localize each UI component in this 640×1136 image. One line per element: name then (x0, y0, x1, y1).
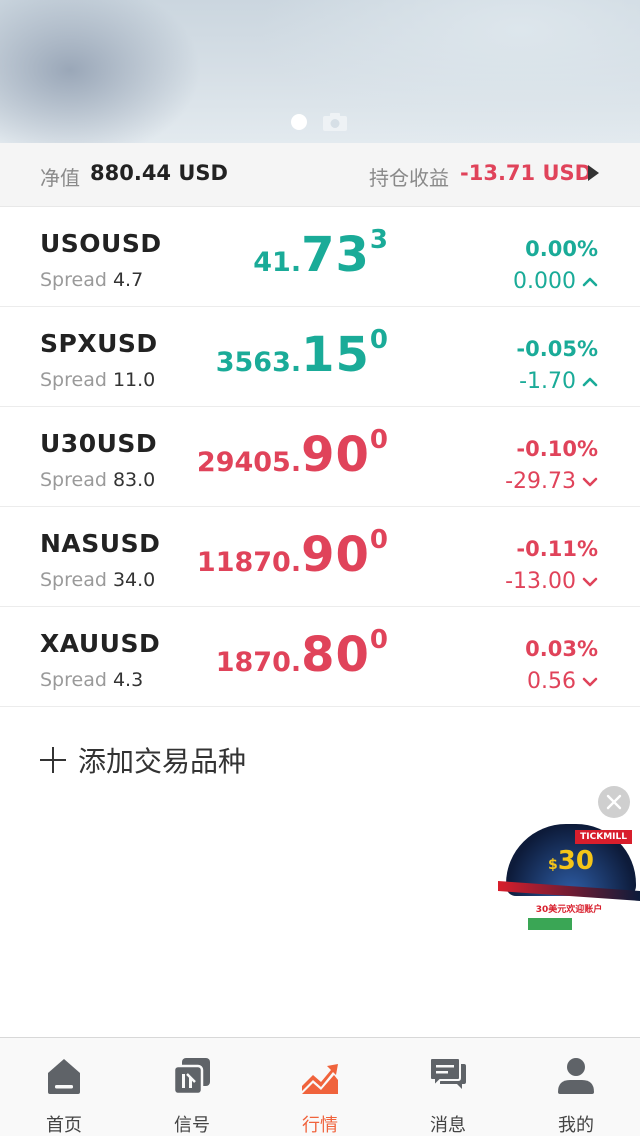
home-icon (48, 1059, 80, 1094)
camera-icon (323, 113, 347, 131)
profile-icon (558, 1058, 594, 1094)
quote-row[interactable]: NASUSD Spread 34.0 11870.900 -0.11% -13.… (0, 507, 640, 607)
tab-label: 信号 (174, 1115, 210, 1136)
position-pnl-label: 持仓收益 (369, 166, 449, 190)
market-chart-icon (302, 1064, 338, 1094)
symbol-name: SPXUSD (40, 329, 158, 358)
ad-amount: $30 (548, 846, 594, 876)
message-icon (429, 1057, 466, 1089)
ad-close-button[interactable] (598, 786, 630, 818)
add-instrument-button[interactable]: 添加交易品种 (40, 740, 246, 780)
ad-brand-logo: TICKMILL (575, 830, 632, 844)
change-value: -1.70 (519, 369, 598, 394)
change-value: -13.00 (505, 569, 598, 594)
account-summary-bar[interactable]: 净值 880.44 USD 持仓收益 -13.71 USD (0, 143, 640, 207)
ad-cta-button[interactable] (528, 918, 572, 930)
add-instrument-label: 添加交易品种 (78, 745, 247, 778)
top-banner[interactable] (0, 0, 640, 143)
bid-price: 11870.900 (196, 525, 388, 583)
caret-up-icon (582, 277, 598, 286)
caret-down-icon (582, 477, 598, 486)
tab-messages[interactable]: 消息 (384, 1038, 512, 1136)
bid-price: 41.733 (253, 225, 388, 283)
spread-text: Spread 34.0 (40, 569, 156, 591)
position-pnl-value: -13.71 USD (460, 161, 593, 185)
close-icon (606, 794, 622, 810)
caret-down-icon (582, 677, 598, 686)
chevron-right-icon[interactable] (588, 165, 599, 181)
carousel-dot-active (291, 114, 307, 130)
tab-label: 我的 (558, 1115, 594, 1136)
quote-row[interactable]: U30USD Spread 83.0 29405.900 -0.10% -29.… (0, 407, 640, 507)
equity-label: 净值 (40, 166, 80, 190)
quote-row[interactable]: XAUUSD Spread 4.3 1870.800 0.03% 0.56 (0, 607, 640, 707)
spread-text: Spread 4.3 (40, 669, 144, 691)
caret-up-icon (582, 377, 598, 386)
bottom-tab-bar: 首页 信号 行情 消息 我的 (0, 1037, 640, 1136)
change-percent: -0.11% (516, 537, 598, 561)
signal-icon (172, 1058, 210, 1096)
tab-label: 首页 (46, 1115, 82, 1136)
tab-home[interactable]: 首页 (0, 1038, 128, 1136)
bid-price: 29405.900 (196, 425, 388, 483)
ad-headline: 30美元欢迎账户 (535, 905, 603, 915)
tab-signal[interactable]: 信号 (128, 1038, 256, 1136)
caret-down-icon (582, 577, 598, 586)
promo-ad-banner[interactable]: TICKMILL $30 30美元欢迎账户 (498, 824, 640, 950)
tab-profile[interactable]: 我的 (512, 1038, 640, 1136)
symbol-name: NASUSD (40, 529, 161, 558)
quote-row[interactable]: SPXUSD Spread 11.0 3563.150 -0.05% -1.70 (0, 307, 640, 407)
symbol-name: USOUSD (40, 229, 162, 258)
quote-row[interactable]: USOUSD Spread 4.7 41.733 0.00% 0.000 (0, 207, 640, 307)
tab-market[interactable]: 行情 (256, 1038, 384, 1136)
tab-label: 行情 (302, 1115, 338, 1136)
change-percent: 0.00% (525, 237, 598, 261)
change-value: -29.73 (505, 469, 598, 494)
symbol-name: U30USD (40, 429, 158, 458)
change-value: 0.56 (527, 669, 598, 694)
plus-icon (40, 747, 66, 773)
bid-price: 1870.800 (215, 625, 388, 683)
spread-text: Spread 83.0 (40, 469, 156, 491)
spread-text: Spread 4.7 (40, 269, 144, 291)
tab-label: 消息 (430, 1115, 466, 1136)
equity-value: 880.44 USD (90, 161, 228, 185)
bid-price: 3563.150 (215, 325, 388, 383)
change-percent: -0.05% (516, 337, 598, 361)
spread-text: Spread 11.0 (40, 369, 156, 391)
change-percent: 0.03% (525, 637, 598, 661)
change-value: 0.000 (513, 269, 598, 294)
change-percent: -0.10% (516, 437, 598, 461)
symbol-name: XAUUSD (40, 629, 161, 658)
